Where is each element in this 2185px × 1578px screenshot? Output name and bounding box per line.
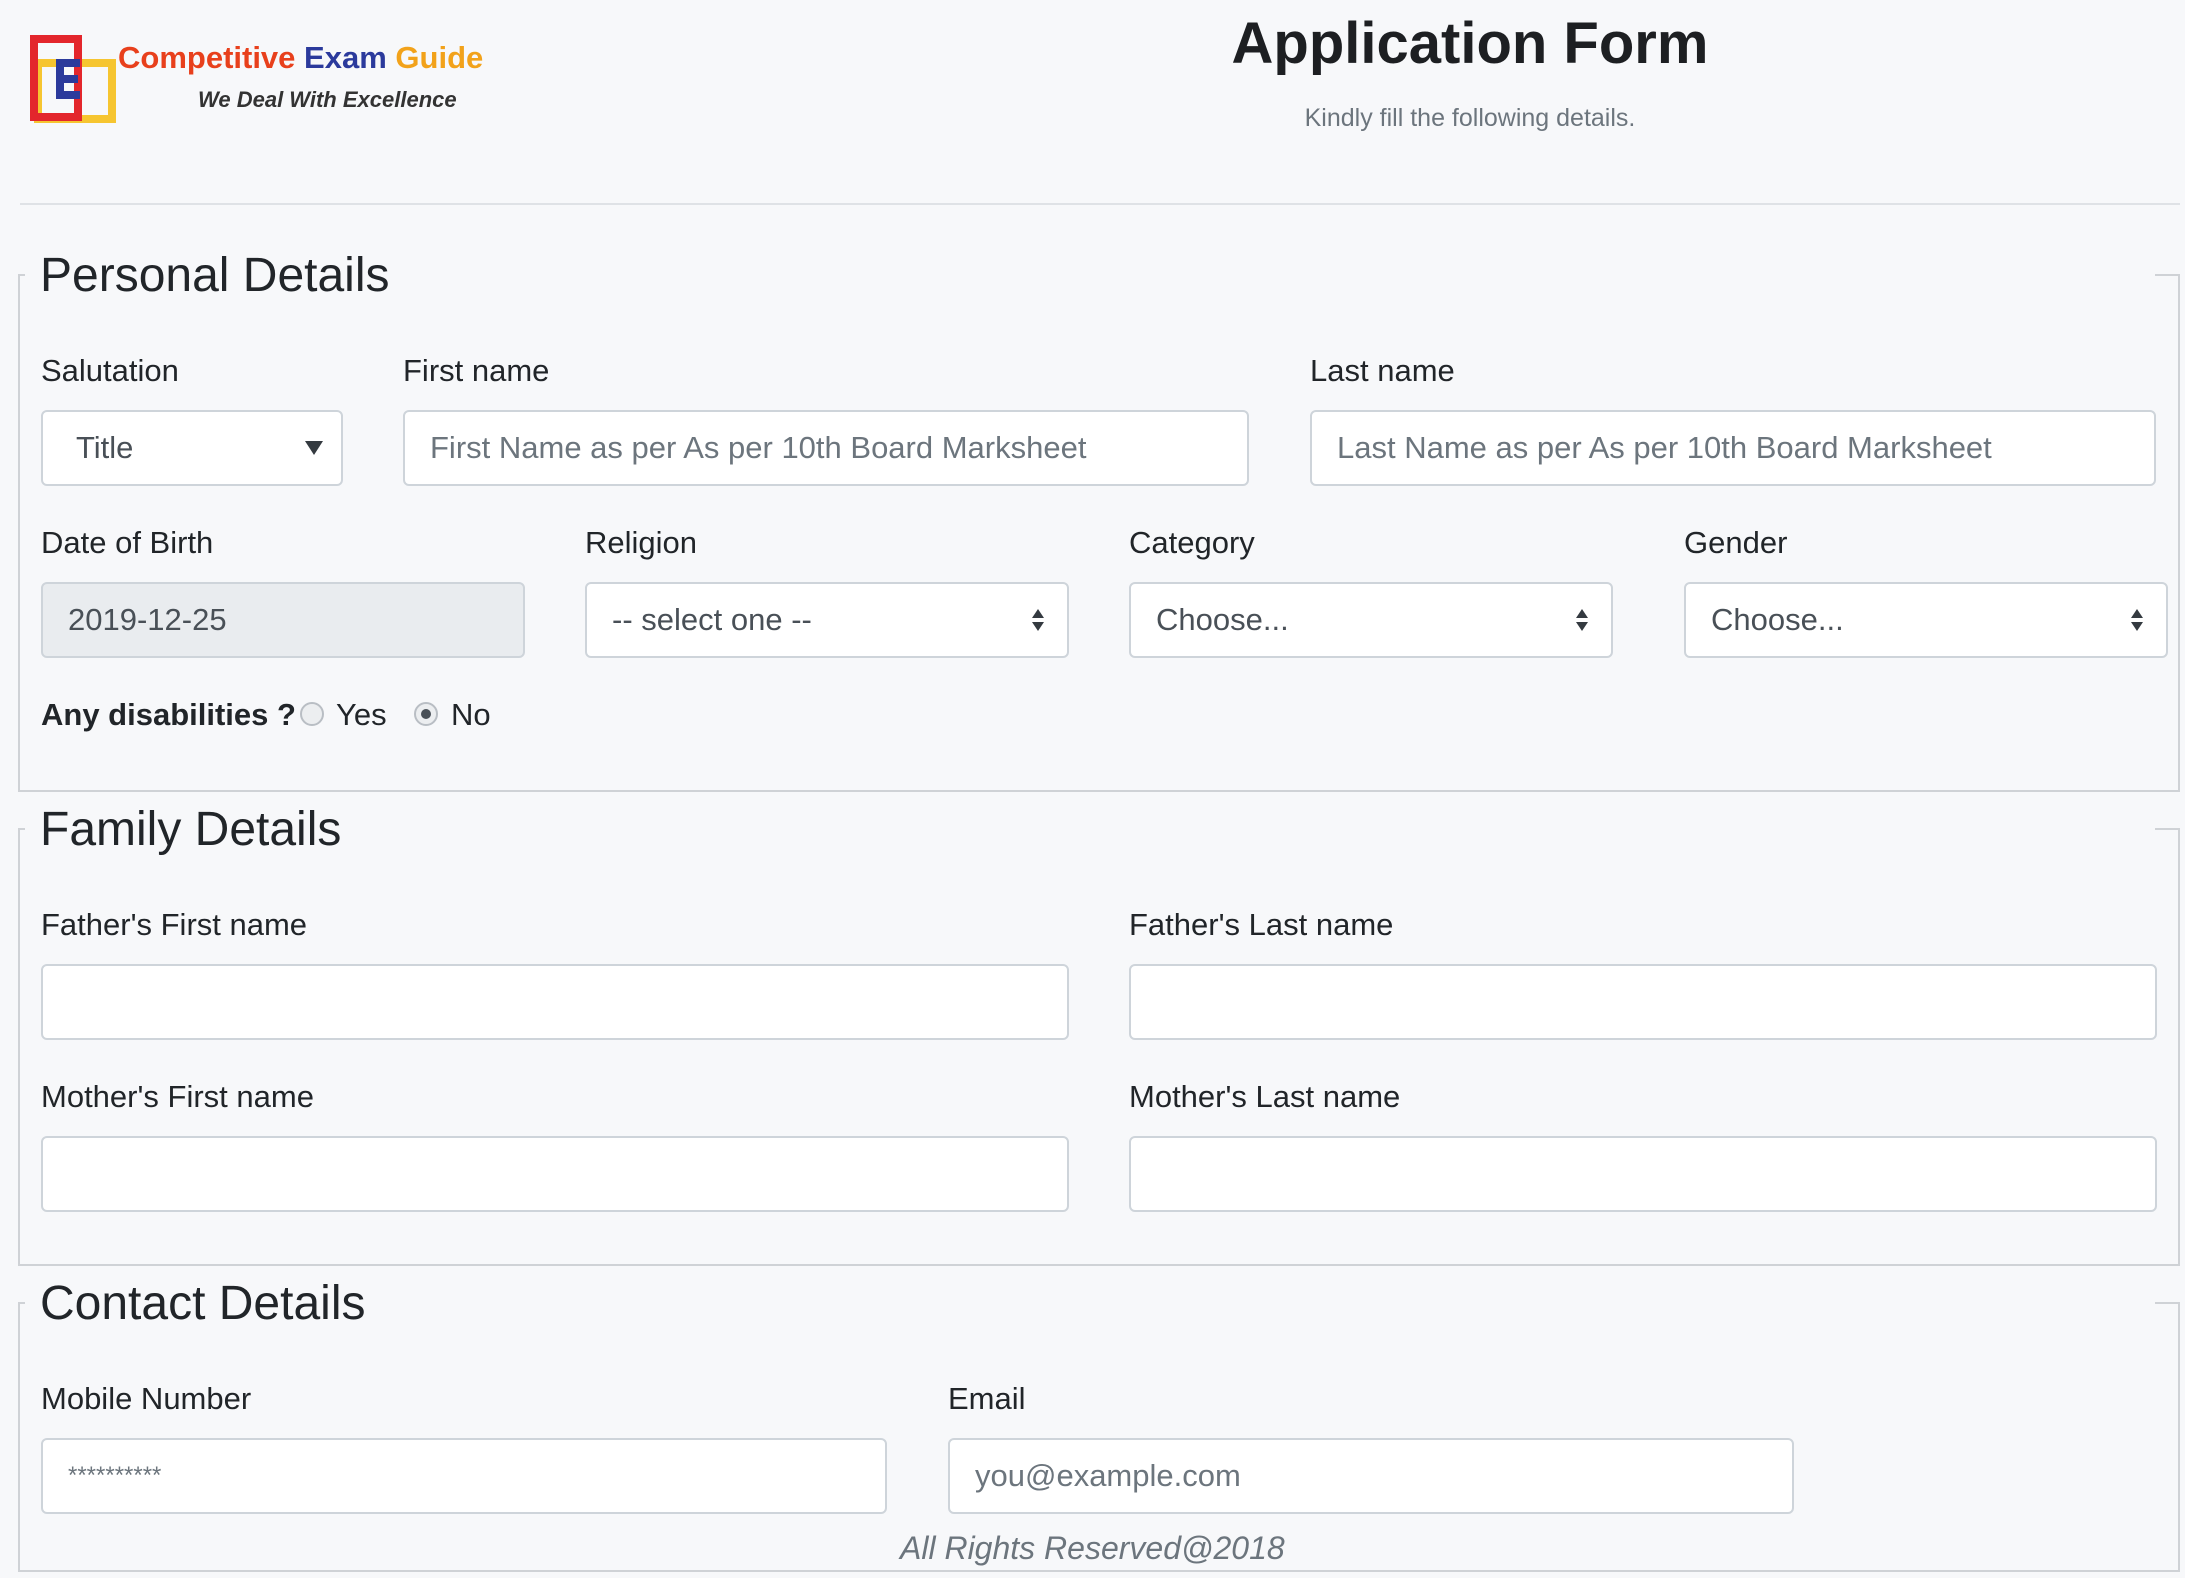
- contact-details-legend: Contact Details: [40, 1277, 366, 1330]
- gender-label: Gender: [1684, 525, 1788, 560]
- religion-value: -- select one --: [612, 602, 812, 637]
- dob-label: Date of Birth: [41, 525, 214, 560]
- first-name-input[interactable]: First Name as per As per 10th Board Mark…: [403, 410, 1249, 486]
- father-last-name-input[interactable]: [1129, 964, 2157, 1040]
- email-placeholder: you@example.com: [975, 1458, 1241, 1493]
- dob-input[interactable]: 2019-12-25: [41, 582, 525, 658]
- dob-value: 2019-12-25: [68, 602, 227, 637]
- family-details-legend: Family Details: [40, 803, 342, 856]
- last-name-label: Last name: [1310, 353, 1455, 388]
- up-down-arrows-icon: [1032, 609, 1044, 631]
- page-subtitle: Kindly fill the following details.: [1304, 104, 1636, 132]
- last-name-input[interactable]: Last Name as per As per 10th Board Marks…: [1310, 410, 2156, 486]
- brand-name: Competitive Exam Guide: [118, 40, 484, 75]
- footer-copyright: All Rights Reserved@2018: [900, 1530, 1285, 1566]
- mother-first-label: Mother's First name: [41, 1079, 314, 1114]
- brand-logo: Competitive Exam Guide We Deal With Exce…: [30, 35, 484, 135]
- disabilities-label: Any disabilities ?: [41, 697, 296, 732]
- up-down-arrows-icon: [1576, 609, 1588, 631]
- mother-last-name-input[interactable]: [1129, 1136, 2157, 1212]
- father-first-label: Father's First name: [41, 907, 308, 942]
- salutation-select[interactable]: Title: [41, 410, 343, 486]
- mother-first-name-input[interactable]: [41, 1136, 1069, 1212]
- gender-select[interactable]: Choose...: [1684, 582, 2168, 658]
- mobile-placeholder: **********: [68, 1462, 162, 1489]
- father-last-label: Father's Last name: [1129, 907, 1394, 942]
- caret-down-icon: [305, 441, 323, 455]
- personal-details-legend: Personal Details: [40, 249, 390, 302]
- gender-value: Choose...: [1711, 602, 1844, 637]
- last-name-placeholder: Last Name as per As per 10th Board Marks…: [1337, 430, 1992, 465]
- mobile-label: Mobile Number: [41, 1381, 252, 1416]
- disabilities-yes-radio[interactable]: [300, 702, 324, 726]
- email-label: Email: [948, 1381, 1026, 1416]
- category-select[interactable]: Choose...: [1129, 582, 1613, 658]
- religion-select[interactable]: -- select one --: [585, 582, 1069, 658]
- email-input[interactable]: you@example.com: [948, 1438, 1794, 1514]
- disabilities-yes-label[interactable]: Yes: [336, 697, 387, 733]
- disabilities-no-label[interactable]: No: [451, 697, 491, 733]
- first-name-placeholder: First Name as per As per 10th Board Mark…: [430, 430, 1087, 465]
- salutation-label: Salutation: [41, 353, 179, 388]
- up-down-arrows-icon: [2131, 609, 2143, 631]
- mother-last-label: Mother's Last name: [1129, 1079, 1401, 1114]
- salutation-value: Title: [76, 430, 134, 465]
- category-value: Choose...: [1156, 602, 1289, 637]
- father-first-name-input[interactable]: [41, 964, 1069, 1040]
- mobile-number-input[interactable]: **********: [41, 1438, 887, 1514]
- header-divider: [20, 203, 2180, 205]
- first-name-label: First name: [403, 353, 550, 388]
- brand-tagline: We Deal With Excellence: [198, 87, 457, 112]
- religion-label: Religion: [585, 525, 698, 560]
- logo-mark-icon: [30, 35, 116, 123]
- category-label: Category: [1129, 525, 1255, 560]
- page-title: Application Form: [1231, 11, 1709, 76]
- disabilities-no-radio[interactable]: [414, 702, 438, 726]
